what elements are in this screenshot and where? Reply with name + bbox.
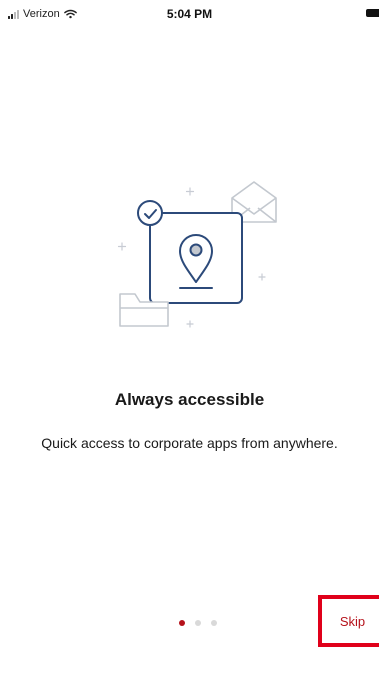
page-dot-3[interactable] <box>211 620 217 626</box>
checkmark-badge-icon <box>137 200 163 226</box>
battery-icon <box>366 9 379 17</box>
status-bar: Verizon 5:04 PM <box>0 0 379 30</box>
onboarding-illustration <box>117 181 277 328</box>
onboarding-title: Always accessible <box>114 390 265 409</box>
skip-button[interactable]: Skip <box>318 595 379 647</box>
page-dot-1[interactable] <box>179 620 185 626</box>
page-dot-2[interactable] <box>195 620 201 626</box>
onboarding-screen: Verizon 5:04 PM Always accessible Quick … <box>0 0 379 690</box>
status-time: 5:04 PM <box>166 7 213 21</box>
onboarding-subtitle: Quick access to corporate apps from anyw… <box>41 435 338 451</box>
skip-label: Skip <box>339 613 366 629</box>
page-indicator[interactable] <box>179 620 217 626</box>
location-card <box>149 212 243 304</box>
